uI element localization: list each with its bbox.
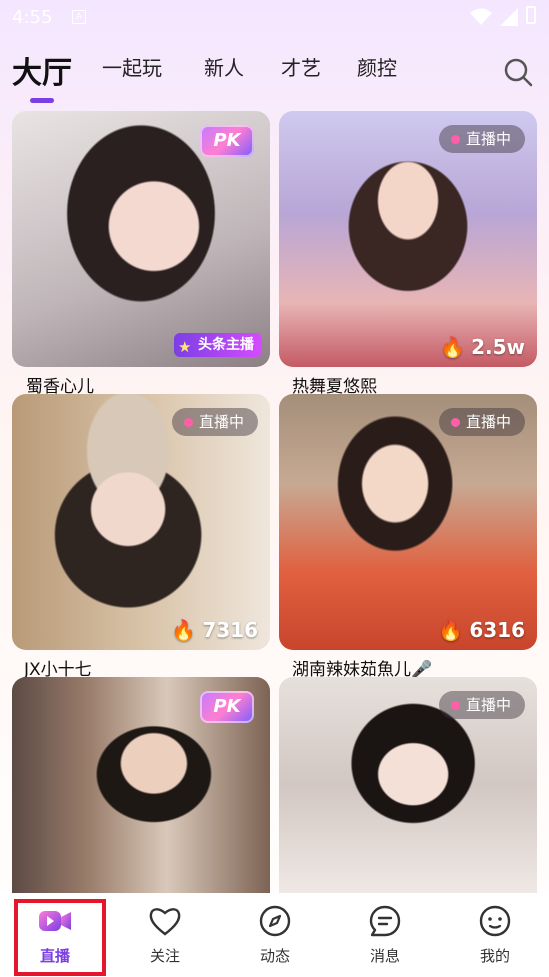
live-card[interactable]: 直播中 🔥 2.5w [279, 111, 537, 367]
active-tab-indicator [30, 98, 54, 103]
flame-icon: 🔥 [440, 335, 466, 359]
live-card[interactable]: 直播中 [279, 677, 537, 893]
live-dot-icon [450, 134, 460, 144]
notification-a-icon: A [72, 10, 86, 24]
battery-icon [526, 6, 536, 24]
tab-newcomer[interactable]: 新人 [204, 52, 244, 81]
category-tabs: 大厅 一起玩 新人 才艺 颜控 [0, 52, 549, 103]
flame-icon: 🔥 [171, 618, 197, 642]
headline-label: 头条主播 [198, 337, 254, 353]
nav-mine[interactable]: 我的 [440, 893, 549, 977]
live-dot-icon [450, 417, 460, 427]
tab-hall[interactable]: 大厅 [12, 48, 72, 92]
viewer-count: 🔥 7316 [171, 618, 258, 642]
nav-moments-label: 动态 [259, 947, 290, 965]
live-card[interactable]: 直播中 🔥 7316 [12, 394, 270, 650]
nav-messages-label: 消息 [369, 947, 400, 965]
nav-follow[interactable]: 关注 [110, 893, 220, 977]
star-icon: ★ [178, 338, 192, 356]
pk-badge: PK [200, 125, 254, 157]
nav-messages[interactable]: 消息 [330, 893, 440, 977]
live-status-badge: 直播中 [171, 408, 258, 436]
headline-badge: ★ 头条主播 [174, 333, 262, 357]
live-status-badge: 直播中 [438, 408, 525, 436]
wifi-icon [470, 8, 492, 25]
signal-icon [500, 8, 518, 26]
live-dot-icon [183, 417, 193, 427]
live-dot-icon [450, 700, 460, 710]
live-card[interactable]: PK [12, 677, 270, 893]
tab-play-together[interactable]: 一起玩 [102, 52, 162, 81]
live-status-badge: 直播中 [438, 691, 525, 719]
message-icon [369, 905, 401, 937]
profile-face-icon [479, 905, 511, 937]
compass-icon [259, 905, 291, 937]
pk-badge: PK [200, 691, 254, 723]
tab-looks[interactable]: 颜控 [357, 52, 397, 81]
live-status-label: 直播中 [198, 413, 244, 431]
nav-moments[interactable]: 动态 [220, 893, 330, 977]
live-card[interactable]: PK ★ 头条主播 [12, 111, 270, 367]
viewer-count-value: 2.5w [471, 335, 525, 359]
viewer-count: 🔥 6316 [438, 618, 525, 642]
search-icon[interactable] [502, 56, 534, 88]
status-bar: 4:55 A [0, 0, 549, 36]
nav-mine-label: 我的 [479, 947, 510, 965]
heart-icon [149, 908, 181, 936]
viewer-count: 🔥 2.5w [440, 335, 525, 359]
nav-follow-label: 关注 [149, 947, 180, 965]
selection-highlight [14, 899, 106, 976]
live-status-badge: 直播中 [438, 125, 525, 153]
status-time: 4:55 [12, 7, 53, 28]
live-status-label: 直播中 [465, 413, 511, 431]
live-status-label: 直播中 [465, 130, 511, 148]
live-card[interactable]: 直播中 🔥 6316 [279, 394, 537, 650]
flame-icon: 🔥 [438, 618, 464, 642]
viewer-count-value: 7316 [202, 618, 258, 642]
viewer-count-value: 6316 [469, 618, 525, 642]
live-status-label: 直播中 [465, 696, 511, 714]
tab-talent[interactable]: 才艺 [281, 52, 321, 81]
